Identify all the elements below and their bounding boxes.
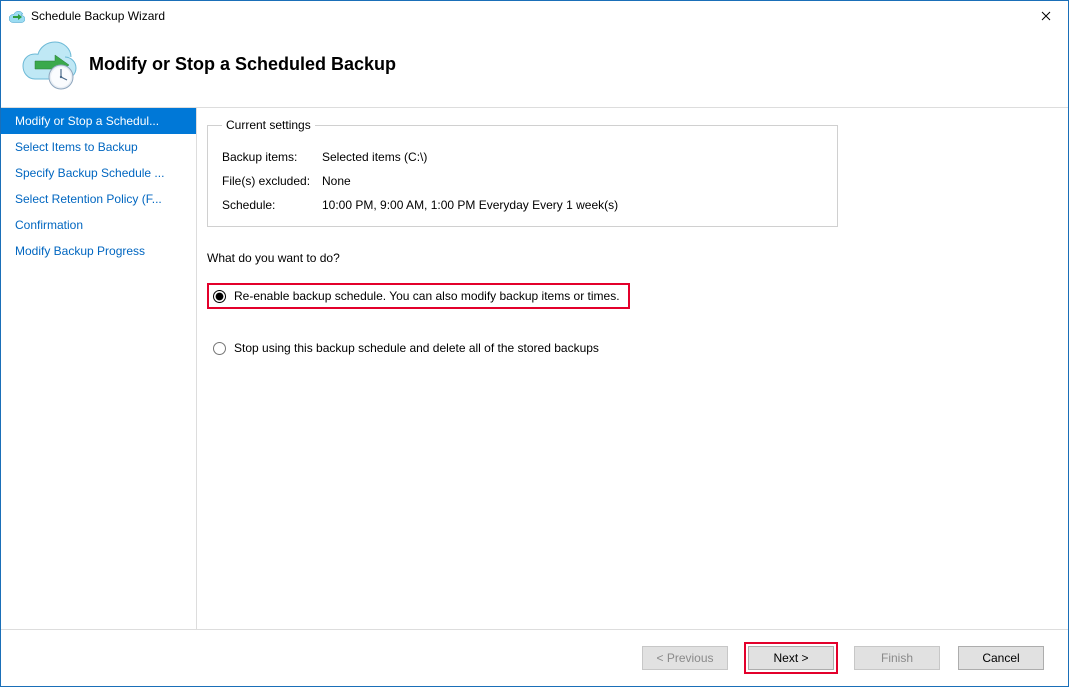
wizard-footer: < Previous Next > Finish Cancel xyxy=(1,630,1068,686)
sidebar-item-select-items[interactable]: Select Items to Backup xyxy=(1,134,196,160)
files-excluded-label: File(s) excluded: xyxy=(222,174,322,188)
sidebar-item-specify-schedule[interactable]: Specify Backup Schedule ... xyxy=(1,160,196,186)
next-button[interactable]: Next > xyxy=(748,646,834,670)
question-prompt: What do you want to do? xyxy=(207,251,838,265)
cancel-button[interactable]: Cancel xyxy=(958,646,1044,670)
radio-stop-label: Stop using this backup schedule and dele… xyxy=(234,341,599,355)
radio-option-stop[interactable]: Stop using this backup schedule and dele… xyxy=(207,337,838,359)
backup-cloud-icon xyxy=(21,39,71,89)
radio-option-reenable[interactable]: Re-enable backup schedule. You can also … xyxy=(207,283,630,309)
current-settings-legend: Current settings xyxy=(222,118,315,132)
settings-row-backup-items: Backup items: Selected items (C:\) xyxy=(222,150,823,164)
sidebar-item-confirmation[interactable]: Confirmation xyxy=(1,212,196,238)
sidebar-item-modify-progress[interactable]: Modify Backup Progress xyxy=(1,238,196,264)
settings-row-schedule: Schedule: 10:00 PM, 9:00 AM, 1:00 PM Eve… xyxy=(222,198,823,212)
schedule-label: Schedule: xyxy=(222,198,322,212)
next-button-wrap: Next > xyxy=(744,642,838,674)
page-title: Modify or Stop a Scheduled Backup xyxy=(89,54,396,75)
cancel-button-wrap: Cancel xyxy=(956,644,1046,672)
radio-reenable-input[interactable] xyxy=(213,290,226,303)
files-excluded-value: None xyxy=(322,174,823,188)
wizard-header: Modify or Stop a Scheduled Backup xyxy=(1,31,1068,108)
wizard-body: Modify or Stop a Schedul... Select Items… xyxy=(1,108,1068,630)
content-pane: Current settings Backup items: Selected … xyxy=(197,108,1068,629)
previous-button-wrap: < Previous xyxy=(640,644,730,672)
sidebar: Modify or Stop a Schedul... Select Items… xyxy=(1,108,197,629)
finish-button: Finish xyxy=(854,646,940,670)
radio-reenable-label: Re-enable backup schedule. You can also … xyxy=(234,289,620,303)
app-icon xyxy=(9,8,25,24)
backup-items-value: Selected items (C:\) xyxy=(322,150,823,164)
titlebar: Schedule Backup Wizard xyxy=(1,1,1068,31)
backup-items-label: Backup items: xyxy=(222,150,322,164)
current-settings-group: Current settings Backup items: Selected … xyxy=(207,118,838,227)
sidebar-item-retention-policy[interactable]: Select Retention Policy (F... xyxy=(1,186,196,212)
finish-button-wrap: Finish xyxy=(852,644,942,672)
sidebar-item-modify-stop[interactable]: Modify or Stop a Schedul... xyxy=(1,108,196,134)
wizard-window: Schedule Backup Wizard Modify or Stop a … xyxy=(0,0,1069,687)
previous-button: < Previous xyxy=(642,646,728,670)
schedule-value: 10:00 PM, 9:00 AM, 1:00 PM Everyday Ever… xyxy=(322,198,823,212)
titlebar-left: Schedule Backup Wizard xyxy=(9,8,165,24)
window-title: Schedule Backup Wizard xyxy=(31,9,165,23)
settings-row-files-excluded: File(s) excluded: None xyxy=(222,174,823,188)
close-button[interactable] xyxy=(1023,1,1068,31)
radio-stop-input[interactable] xyxy=(213,342,226,355)
